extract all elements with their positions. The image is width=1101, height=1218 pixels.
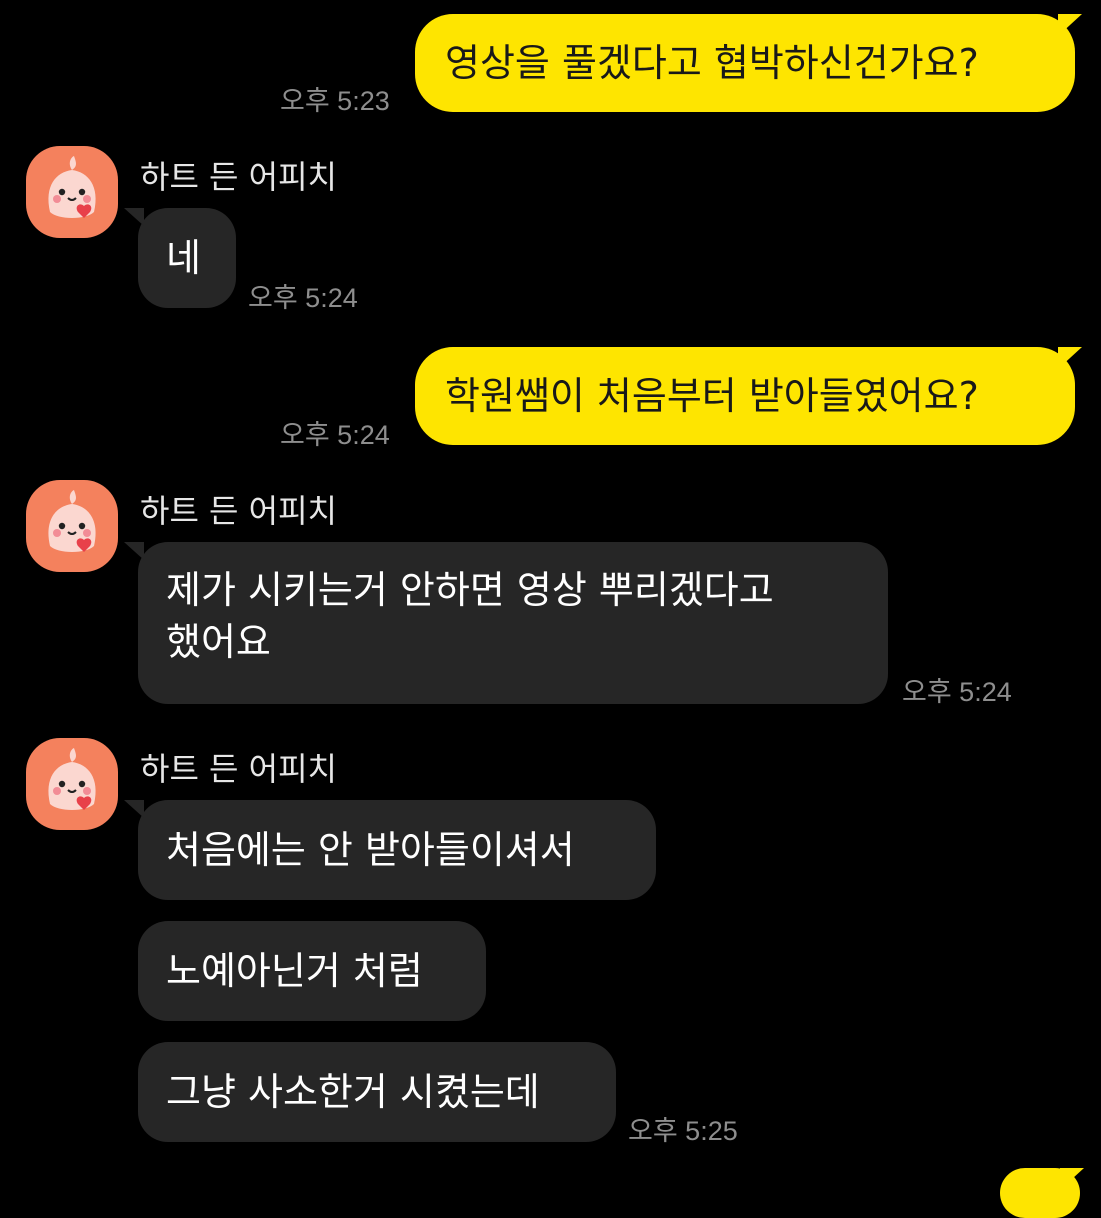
message-text: 학원쌤이 처음부터 받아들였어요? (445, 374, 979, 418)
sender-name: 하트 든 어피치 (140, 750, 337, 788)
sender-name: 하트 든 어피치 (140, 492, 337, 530)
message-time: 오후 5:24 (248, 283, 358, 313)
message-bubble-sent[interactable]: 영상을 풀겠다고 협박하신건가요? (415, 14, 1075, 112)
message-text: 그냥 사소한거 시켰는데 (166, 1070, 540, 1114)
bubble-tail (1058, 14, 1082, 36)
bubble-tail (124, 800, 144, 818)
message-bubble-received[interactable]: 네 (138, 208, 236, 308)
message-bubble-received[interactable]: 노예아닌거 처럼 (138, 921, 486, 1021)
message-bubble-received[interactable]: 처음에는 안 받아들이셔서 (138, 800, 656, 900)
message-text-line: 제가 시키는거 안하면 영상 뿌리겠다고 (166, 568, 774, 612)
message-bubble-received[interactable]: 제가 시키는거 안하면 영상 뿌리겠다고 했어요 (138, 542, 888, 704)
message-time: 오후 5:24 (902, 677, 1012, 707)
bubble-tail (124, 542, 144, 560)
message-time: 오후 5:24 (280, 420, 390, 450)
message-bubble-sent[interactable]: 학원쌤이 처음부터 받아들였어요? (415, 347, 1075, 445)
message-bubble-received[interactable]: 그냥 사소한거 시켰는데 (138, 1042, 616, 1142)
sender-name: 하트 든 어피치 (140, 158, 337, 196)
message-text: 처음에는 안 받아들이셔서 (166, 828, 575, 872)
bubble-tail (1060, 1168, 1084, 1190)
bubble-tail (1058, 347, 1082, 369)
message-time: 오후 5:25 (628, 1116, 738, 1146)
message-text: 노예아닌거 처럼 (166, 949, 423, 993)
message-text: 영상을 풀겠다고 협박하신건가요? (445, 41, 979, 85)
apeach-avatar-icon[interactable] (26, 738, 118, 830)
message-time: 오후 5:23 (280, 86, 390, 116)
message-text: 네 (166, 236, 201, 280)
apeach-avatar-icon[interactable] (26, 146, 118, 238)
bubble-tail (124, 208, 144, 226)
apeach-avatar-icon[interactable] (26, 480, 118, 572)
message-text-line: 했어요 (166, 620, 271, 664)
